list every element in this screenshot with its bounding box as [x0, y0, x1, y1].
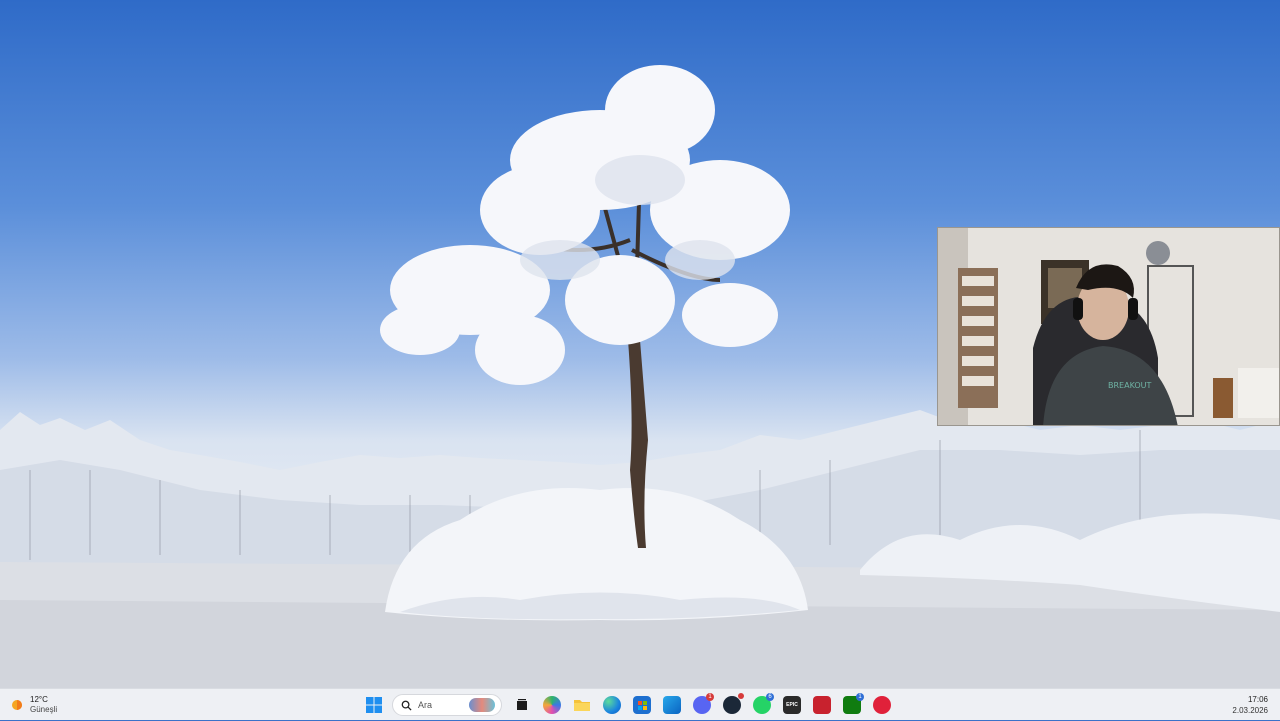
discord-badge: 1 [706, 693, 714, 701]
clock-date: 2.03.2026 [1232, 706, 1268, 715]
file-explorer-button[interactable] [570, 693, 594, 717]
weather-condition: Güneşli [30, 705, 58, 714]
red-app-button[interactable] [870, 693, 894, 717]
taskbar: 12°C Güneşli Ara 1 6 EPIC 1 17:06 2.03.2… [0, 688, 1280, 720]
system-clock[interactable]: 17:06 2.03.2026 [1232, 694, 1268, 716]
search-highlight-image [469, 698, 495, 712]
task-view-icon [517, 699, 527, 710]
windows-logo-icon [366, 697, 382, 713]
outlook-icon [663, 696, 681, 714]
search-icon [401, 700, 412, 711]
svg-text:BREAKOUT: BREAKOUT [1108, 381, 1152, 390]
outlook-button[interactable] [660, 693, 684, 717]
epic-games-button[interactable]: EPIC [780, 693, 804, 717]
epic-games-icon: EPIC [783, 696, 801, 714]
folder-icon [574, 700, 590, 711]
weather-widget[interactable]: 12°C Güneşli [10, 692, 57, 718]
whatsapp-button[interactable]: 6 [750, 693, 774, 717]
xbox-button[interactable]: 1 [840, 693, 864, 717]
red-app-icon [873, 696, 891, 714]
store-button[interactable] [630, 693, 654, 717]
copilot-button[interactable] [540, 693, 564, 717]
start-button[interactable] [362, 693, 386, 717]
epic-games-label: EPIC [786, 702, 798, 708]
steam-button[interactable] [720, 693, 744, 717]
whatsapp-badge: 6 [766, 693, 774, 701]
riot-icon [813, 696, 831, 714]
task-view-button[interactable] [510, 693, 534, 717]
store-icon [633, 696, 651, 714]
riot-client-button[interactable] [810, 693, 834, 717]
edge-button[interactable] [600, 693, 624, 717]
desktop: BREAKOUT [0, 0, 1280, 688]
sun-icon [12, 700, 22, 710]
copilot-icon [543, 696, 561, 714]
edge-icon [603, 696, 621, 714]
clock-time: 17:06 [1247, 695, 1268, 704]
search-box[interactable]: Ara [392, 694, 502, 716]
weather-temperature: 12°C [30, 695, 48, 704]
taskbar-apps: Ara 1 6 EPIC 1 [362, 689, 894, 721]
webcam-feed-image: BREAKOUT [938, 228, 1279, 425]
xbox-badge: 1 [856, 693, 864, 701]
webcam-overlay: BREAKOUT [937, 227, 1280, 426]
discord-button[interactable]: 1 [690, 693, 714, 717]
steam-icon [723, 696, 741, 714]
steam-status-dot [738, 693, 744, 699]
search-placeholder: Ara [418, 700, 433, 710]
